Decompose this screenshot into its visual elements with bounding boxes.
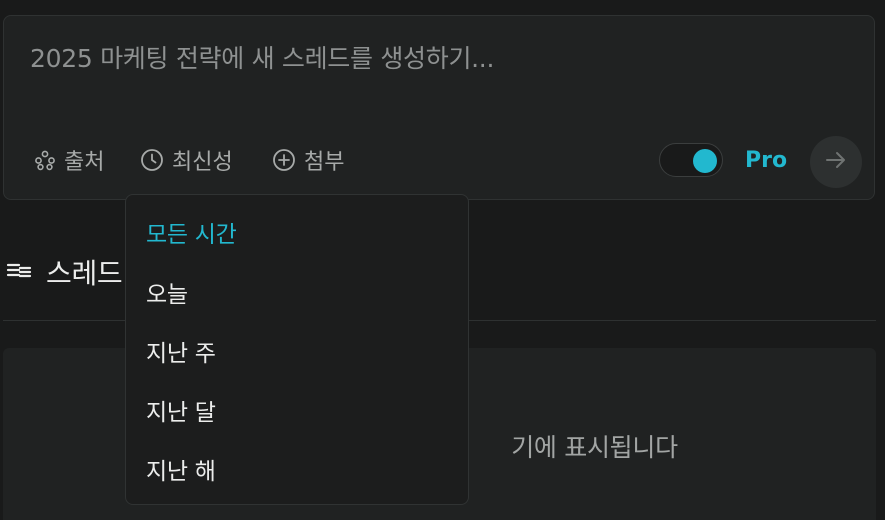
- threads-list-icon: [6, 260, 32, 284]
- clock-icon: [140, 148, 164, 172]
- recency-label: 최신성: [172, 150, 233, 175]
- pro-label[interactable]: Pro: [745, 148, 787, 173]
- pro-toggle-knob: [693, 149, 717, 173]
- recency-option-last-month[interactable]: 지난 달: [146, 393, 216, 427]
- recency-dropdown: 모든 시간 오늘 지난 주 지난 달 지난 해: [125, 194, 469, 505]
- recency-option-last-week[interactable]: 지난 주: [146, 334, 216, 368]
- new-thread-input[interactable]: [30, 44, 830, 73]
- plus-circle-icon: [272, 148, 296, 172]
- app-root: 출처 최신성 첨부 Pro: [0, 0, 885, 520]
- attach-label: 첨부: [304, 150, 345, 175]
- recency-option-last-year[interactable]: 지난 해: [146, 452, 216, 486]
- sources-button[interactable]: 출처: [34, 144, 104, 176]
- attach-button[interactable]: 첨부: [272, 144, 344, 176]
- recency-button[interactable]: 최신성: [140, 144, 233, 176]
- thread-composer: 출처 최신성 첨부 Pro: [3, 15, 875, 200]
- threads-header: 스레드: [6, 252, 123, 292]
- sources-icon: [34, 149, 56, 171]
- pro-toggle[interactable]: [659, 143, 723, 177]
- recency-option-today[interactable]: 오늘: [146, 275, 188, 309]
- sources-label: 출처: [64, 150, 105, 175]
- threads-title: 스레드: [46, 257, 123, 290]
- submit-button[interactable]: [810, 136, 862, 188]
- arrow-right-icon: [823, 147, 849, 177]
- recency-option-all-time[interactable]: 모든 시간: [146, 215, 237, 249]
